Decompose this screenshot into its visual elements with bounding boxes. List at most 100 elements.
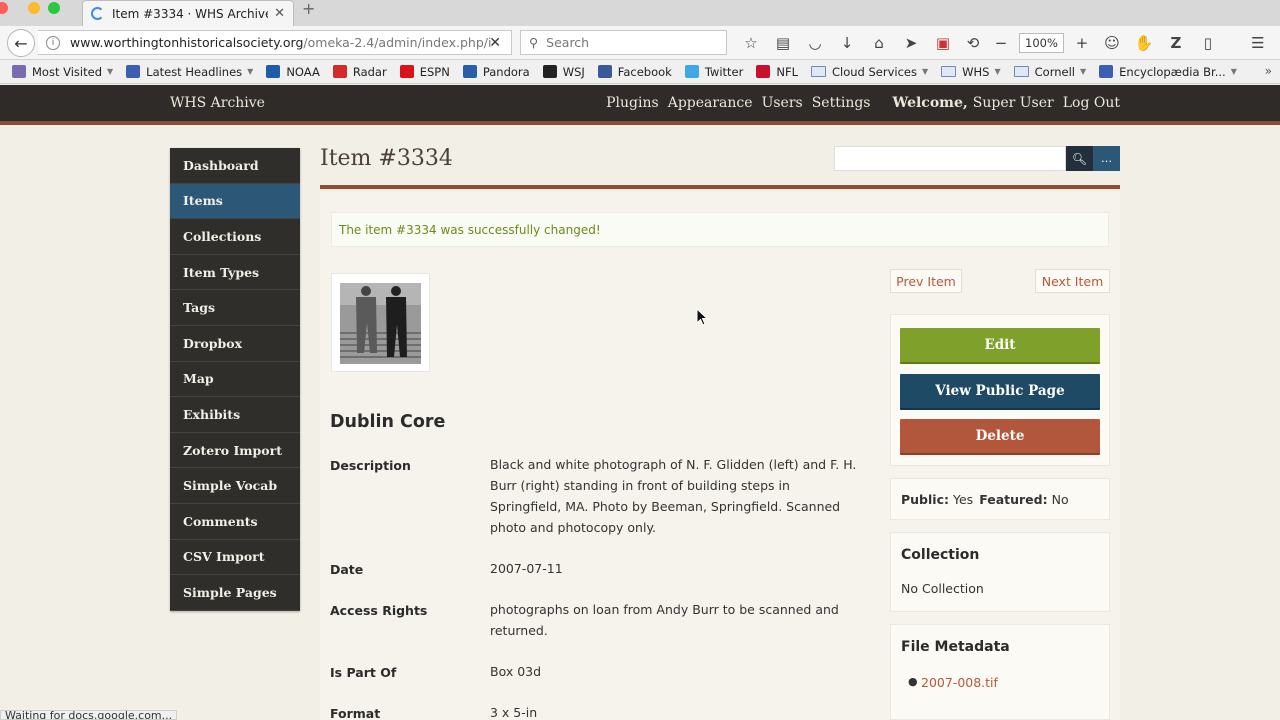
window-close-button[interactable] [0,2,8,14]
history-icon[interactable]: ⟲ [959,32,987,54]
user-link[interactable]: Super User [973,95,1054,111]
welcome-label: Welcome, [892,95,968,111]
send-icon[interactable]: ➤ [895,32,927,54]
bookmark-item[interactable]: WSJ [542,65,585,79]
bookmark-item[interactable]: WHS ▼ [941,65,1001,79]
meta-value-format: 3 x 5-in [490,705,538,720]
folder-icon [941,66,957,77]
admin-search-input[interactable] [834,146,1066,171]
sidebar-item-dashboard[interactable]: Dashboard [170,148,300,184]
page-title: Item #3334 [320,146,453,171]
sidebar-item-map[interactable]: Map [170,362,300,398]
sidebar-item-exhibits[interactable]: Exhibits [170,397,300,433]
chevron-down-icon: ▼ [247,67,254,76]
logout-link[interactable]: Log Out [1063,95,1120,111]
prev-item-button[interactable]: Prev Item [890,269,962,293]
nav-settings[interactable]: Settings [812,95,871,111]
bookmark-label: NFL [776,64,798,79]
sidebar-item-items[interactable]: Items [170,183,300,220]
tab-loading-icon [91,7,104,20]
sidebar-item-simple-vocab[interactable]: Simple Vocab [170,468,300,504]
tab-close-icon[interactable]: ✕ [274,6,285,21]
bookmark-label: NOAA [286,64,320,79]
delete-button[interactable]: Delete [900,419,1100,455]
nav-appearance[interactable]: Appearance [668,95,753,111]
window-minimize-button[interactable] [28,2,40,14]
edit-button[interactable]: Edit [900,328,1100,364]
bookmark-item[interactable]: Facebook [597,64,672,79]
bookmark-favicon-icon [266,65,281,78]
bookmark-item[interactable]: NOAA [266,65,320,79]
sidebar-item-comments[interactable]: Comments [170,504,300,540]
advanced-search-button[interactable]: … [1093,146,1120,171]
sidebar-item-csv-import[interactable]: CSV Import [170,540,300,576]
search-icon: ⚲ [529,35,539,50]
new-tab-icon[interactable]: + [302,0,315,18]
nav-users[interactable]: Users [762,95,803,111]
note-icon[interactable]: ▯ [1192,32,1224,54]
sidebar-item-collections[interactable]: Collections [170,219,300,255]
bookmark-item[interactable]: NFL [756,65,798,79]
zoom-in-icon[interactable]: + [1068,32,1096,54]
browser-tab-active[interactable]: Item #3334 · WHS Archive ... ✕ [82,0,294,26]
meta-value-date: 2007-07-11 [490,561,563,576]
chevron-down-icon: ▼ [1230,67,1237,76]
bookmark-item[interactable]: Latest Headlines ▼ [126,65,253,79]
bookmark-label: Facebook [617,64,672,79]
zoom-out-icon[interactable]: − [987,32,1015,54]
bookmark-item[interactable]: Radar [332,65,387,79]
bookmark-favicon-icon [332,65,347,78]
sidebar-item-simple-pages[interactable]: Simple Pages [170,575,300,611]
admin-search-button[interactable]: 🔍︎ [1066,146,1093,171]
reading-list-icon[interactable]: ▤ [767,32,799,54]
global-nav: Plugins Appearance Users Settings Welcom… [597,95,1120,111]
sidebar-item-tags[interactable]: Tags [170,290,300,326]
back-arrow-icon: ← [14,33,28,53]
url-bar[interactable]: i www.worthingtonhistoricalsociety.org/o… [38,30,512,55]
item-thumbnail[interactable] [340,283,421,364]
pocket-icon[interactable]: ◡ [799,32,831,54]
bookmark-item[interactable]: Cloud Services ▼ [810,65,928,79]
bookmark-item[interactable]: Cornell ▼ [1013,65,1086,79]
next-item-button[interactable]: Next Item [1035,269,1110,293]
hand-tool-icon[interactable]: ✋ [1128,32,1160,54]
admin-sidebar: Dashboard Items Collections Item Types Tags D… [170,148,300,611]
chat-icon[interactable]: ☺ [1096,32,1128,54]
pdf-tool-icon[interactable]: ▣ [927,32,959,54]
bookmark-item[interactable]: Most Visited ▼ [12,65,113,79]
site-title[interactable]: WHS Archive [170,95,265,111]
url-domain: www.worthingtonhistoricalsociety.org [70,35,304,50]
bookmark-item[interactable]: Encyclopædia Br... ▼ [1099,65,1237,79]
bookmark-favicon-icon [542,65,557,78]
folder-icon [1013,66,1029,77]
bookmarks-overflow-icon[interactable]: » [1265,64,1272,78]
bookmark-label: Twitter [704,64,744,79]
file-link[interactable]: 2007-008.tif [921,675,998,690]
bookmark-item[interactable]: Twitter [684,64,744,79]
browser-search-input[interactable]: ⚲ Search [520,30,727,55]
bookmark-favicon-icon [462,65,477,78]
stop-loading-icon[interactable]: ✕ [489,35,501,51]
window-zoom-button[interactable] [48,2,60,14]
sidebar-item-zotero-import[interactable]: Zotero Import [170,433,300,469]
view-public-page-button[interactable]: View Public Page [900,374,1100,410]
zotero-icon[interactable]: Z [1160,32,1192,54]
home-icon[interactable]: ⌂ [863,32,895,54]
bookmarks-bar: Most Visited ▼ Latest Headlines ▼ NOAA Radar E… [0,60,1280,84]
ellipsis-icon: … [1101,152,1112,165]
bookmark-item[interactable]: Pandora [462,65,530,79]
chevron-down-icon: ▼ [994,67,1001,76]
item-thumbnail-card[interactable] [331,273,430,372]
downloads-icon[interactable]: ↓ [831,32,863,54]
sidebar-item-item-types[interactable]: Item Types [170,255,300,291]
bookmark-label: ESPN [419,64,450,79]
menu-icon[interactable]: ☰ [1242,32,1274,54]
meta-value-is-part-of: Box 03d [490,664,542,679]
bookmark-star-icon[interactable]: ☆ [735,32,767,54]
back-button[interactable]: ← [7,29,35,57]
site-info-icon[interactable]: i [46,35,60,50]
bookmark-item[interactable]: ESPN [399,64,450,79]
zoom-level[interactable]: 100% [1019,33,1064,53]
nav-plugins[interactable]: Plugins [606,95,659,111]
sidebar-item-dropbox[interactable]: Dropbox [170,326,300,362]
